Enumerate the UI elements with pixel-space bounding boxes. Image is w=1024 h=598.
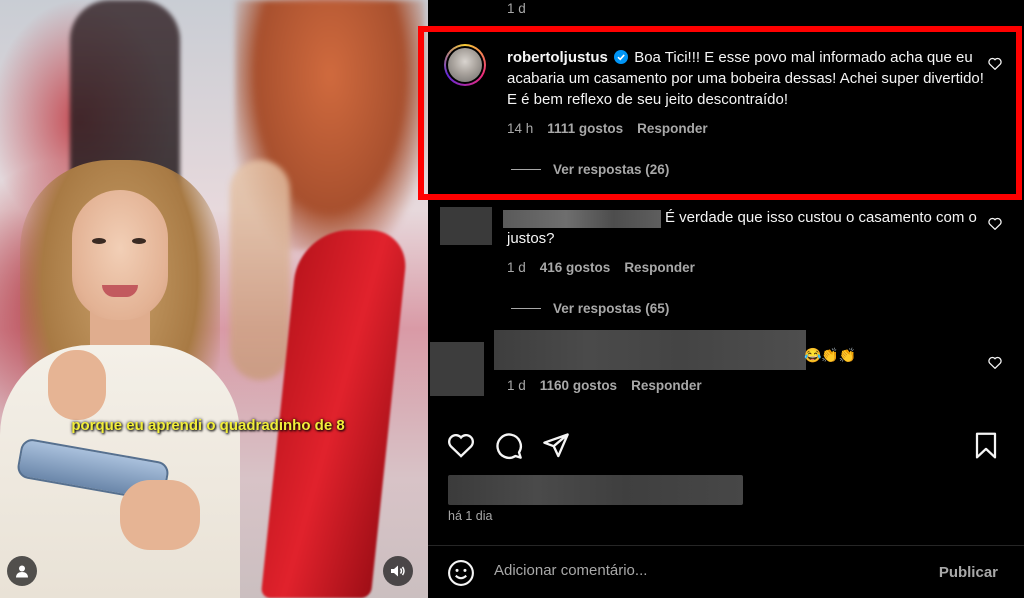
comment-time[interactable]: 1 d — [507, 378, 526, 393]
comment-body: 😂👏👏 — [804, 347, 857, 363]
heart-icon[interactable] — [988, 57, 1002, 70]
user-icon — [16, 565, 28, 578]
video-player[interactable]: porque eu aprendi o quadradinho de 8 — [0, 0, 428, 598]
presenter-face — [72, 190, 168, 320]
reply-button[interactable]: Responder — [624, 260, 695, 275]
comments-panel: 1 d robertoljustus Boa Tici!!! E esse po… — [428, 0, 1024, 598]
verified-badge-icon — [614, 50, 629, 64]
view-replies-label: Ver respostas (65) — [553, 301, 670, 316]
previous-comment-time: 1 d — [507, 1, 526, 16]
reply-button[interactable]: Responder — [631, 378, 702, 393]
comment-likes[interactable]: 1111 gostos — [547, 121, 623, 136]
comment-time[interactable]: 14 h — [507, 121, 533, 136]
presenter-hand — [120, 480, 200, 550]
comment-text: É verdade que isso custou o casamento co… — [507, 207, 987, 249]
comment-likes[interactable]: 1160 gostos — [540, 378, 617, 393]
comment-text: robertoljustus Boa Tici!!! E esse povo m… — [507, 47, 987, 110]
comment-meta: 14 h 1111 gostos Responder — [507, 121, 708, 136]
emoji-icon[interactable] — [447, 559, 475, 587]
view-replies-label: Ver respostas (26) — [553, 162, 670, 177]
publish-button[interactable]: Publicar — [939, 564, 998, 581]
sound-icon — [391, 565, 405, 577]
heart-icon[interactable] — [988, 356, 1002, 369]
comment-icon[interactable] — [495, 432, 523, 460]
heart-icon[interactable] — [988, 217, 1002, 230]
mute-toggle-button[interactable] — [383, 556, 413, 586]
comment-time[interactable]: 1 d — [507, 260, 526, 275]
avatar[interactable] — [430, 342, 484, 396]
comment-meta: 1 d 1160 gostos Responder — [507, 378, 702, 393]
view-replies-button[interactable]: Ver respostas (26) — [511, 162, 669, 177]
presenter-hand — [48, 350, 106, 420]
comment-input[interactable] — [494, 562, 914, 579]
avatar[interactable] — [440, 207, 492, 245]
post-time: há 1 dia — [448, 509, 493, 523]
comment-meta: 1 d 416 gostos Responder — [507, 260, 695, 275]
post-actions-bar — [428, 432, 1024, 462]
add-comment-bar: Publicar — [428, 545, 1024, 598]
replies-divider — [511, 169, 541, 170]
video-caption: porque eu aprendi o quadradinho de 8 — [0, 417, 428, 434]
comment-text: 😂👏👏 — [804, 345, 856, 366]
comment-text-redacted — [494, 330, 806, 370]
comment-likes[interactable]: 416 gostos — [540, 260, 611, 275]
video-caption-text: porque eu aprendi o quadradinho de 8 — [71, 417, 345, 434]
bookmark-icon[interactable] — [974, 432, 998, 459]
replies-divider — [511, 308, 541, 309]
share-icon[interactable] — [542, 432, 570, 458]
heart-icon[interactable] — [447, 432, 475, 458]
comment-username[interactable]: robertoljustus — [507, 49, 608, 66]
liked-by-redacted — [448, 475, 743, 505]
comment-body: É verdade que isso custou o casamento co… — [507, 209, 977, 247]
reply-button[interactable]: Responder — [637, 121, 708, 136]
view-replies-button[interactable]: Ver respostas (65) — [511, 301, 669, 316]
avatar[interactable] — [444, 44, 486, 86]
background-dancer-leg — [230, 160, 290, 380]
tagged-users-button[interactable] — [7, 556, 37, 586]
